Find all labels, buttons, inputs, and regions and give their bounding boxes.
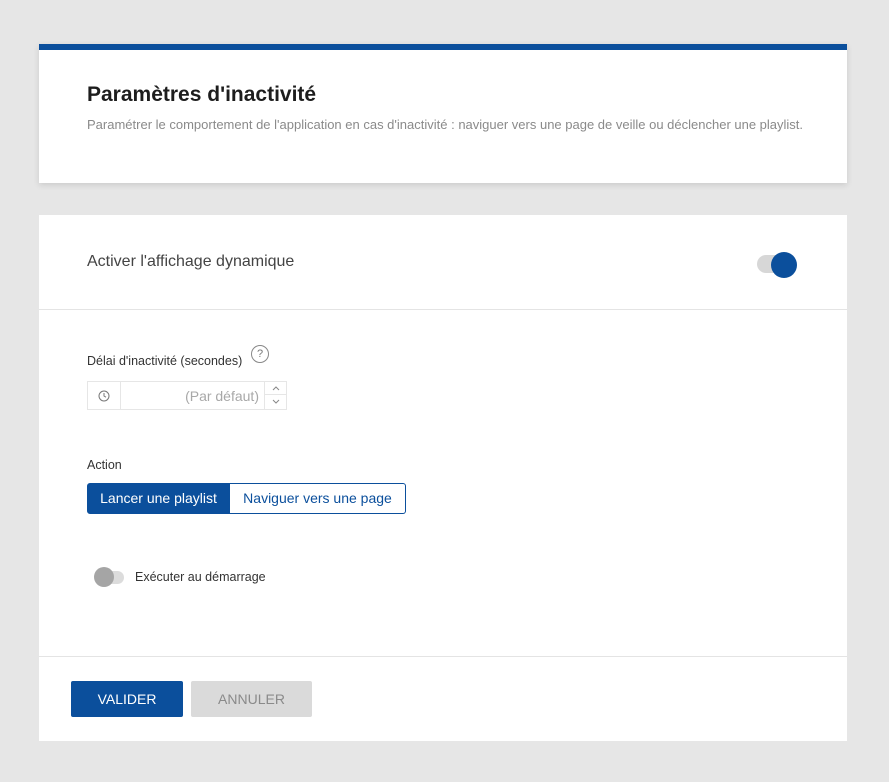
- chevron-up-icon[interactable]: [265, 382, 287, 395]
- action-segmented-control: Lancer une playlist Naviguer vers une pa…: [87, 483, 406, 514]
- form-footer: VALIDER ANNULER: [39, 656, 847, 741]
- startup-toggle[interactable]: [94, 566, 126, 588]
- header-card: Paramètres d'inactivité Paramétrer le co…: [39, 44, 847, 183]
- delay-input[interactable]: [122, 382, 264, 409]
- delay-stepper: [264, 382, 287, 409]
- page-title: Paramètres d'inactivité: [87, 83, 317, 106]
- navigate-page-option[interactable]: Naviguer vers une page: [230, 483, 406, 514]
- question-circle-icon[interactable]: ?: [251, 345, 269, 363]
- settings-card: Activer l'affichage dynamique Délai d'in…: [39, 215, 847, 741]
- dynamic-display-row: Activer l'affichage dynamique: [39, 215, 847, 310]
- cancel-button[interactable]: ANNULER: [191, 681, 312, 717]
- delay-input-group: [87, 381, 287, 410]
- toggle-knob: [771, 252, 797, 278]
- action-label: Action: [87, 458, 122, 472]
- chevron-down-icon[interactable]: [265, 395, 287, 408]
- toggle-knob: [94, 567, 114, 587]
- validate-button[interactable]: VALIDER: [71, 681, 183, 717]
- dynamic-display-label: Activer l'affichage dynamique: [87, 253, 295, 270]
- dynamic-display-toggle[interactable]: [757, 252, 797, 278]
- clock-icon: [88, 382, 121, 409]
- page-description: Paramétrer le comportement de l'applicat…: [87, 117, 804, 132]
- delay-label: Délai d'inactivité (secondes): [87, 354, 243, 368]
- launch-playlist-option[interactable]: Lancer une playlist: [87, 483, 230, 514]
- startup-label: Exécuter au démarrage: [135, 570, 266, 584]
